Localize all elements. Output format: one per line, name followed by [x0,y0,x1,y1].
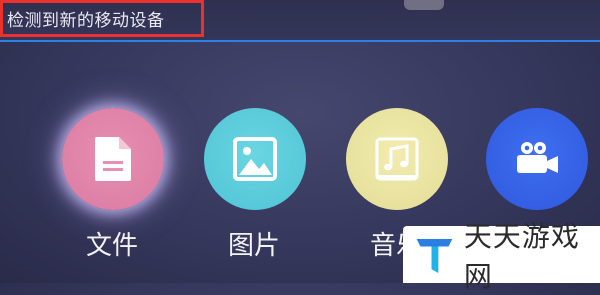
category-music[interactable]: 音乐 [346,108,448,261]
images-label: 图片 [227,231,280,261]
music-note-icon [375,137,419,181]
top-edge-element [404,0,444,10]
document-icon [95,137,131,181]
site-watermark: 天天游戏网 [403,220,600,293]
video-circle-button[interactable] [486,108,588,210]
category-images[interactable]: 图片 [204,108,306,261]
header-divider [0,40,600,42]
image-icon [233,137,277,181]
category-video[interactable] [486,108,588,210]
notification-text: 检测到新的移动设备 [7,11,165,31]
video-camera-icon [517,142,558,173]
tiantian-logo [416,238,453,273]
category-files[interactable]: 文件 [62,108,164,261]
files-label: 文件 [85,231,138,261]
files-circle-button[interactable] [62,108,164,210]
images-circle-button[interactable] [204,108,306,210]
music-circle-button[interactable] [346,108,448,210]
new-device-notification: 检测到新的移动设备 [0,0,204,37]
